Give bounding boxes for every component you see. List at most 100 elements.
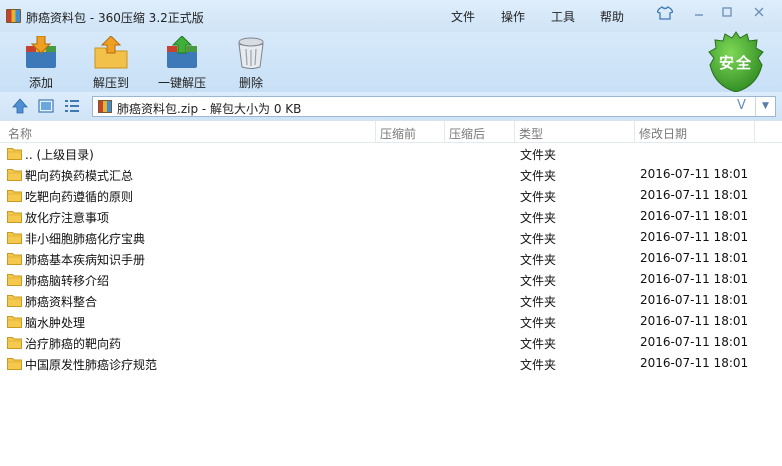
menu-file[interactable]: 文件 [451, 8, 475, 25]
file-type: 文件夹 [520, 316, 557, 330]
file-modified: 2016-07-11 18:01 [640, 167, 749, 181]
file-row[interactable]: 肺癌脑转移介绍 文件夹 2016-07-11 18:01 [0, 269, 782, 290]
file-name: 中国原发性肺癌诊疗规范 [25, 358, 158, 372]
folder-icon [7, 189, 22, 202]
file-type: 文件夹 [520, 211, 557, 225]
file-modified: 2016-07-11 18:01 [640, 293, 749, 307]
file-list-header: 名称 压缩前 压缩后 类型 修改日期 [0, 121, 782, 143]
column-divider[interactable] [444, 121, 445, 143]
column-divider[interactable] [754, 121, 755, 143]
file-type: 文件夹 [520, 253, 557, 267]
address-bar: 肺癌资料包.zip - 解包大小为 0 KB V ▼ [0, 92, 782, 120]
one-click-extract-label: 一键解压 [157, 76, 206, 90]
folder-icon [7, 231, 22, 244]
folder-icon [7, 336, 22, 349]
file-row[interactable]: 吃靶向药遵循的原则 文件夹 2016-07-11 18:01 [0, 185, 782, 206]
file-type: 文件夹 [520, 295, 557, 309]
column-name[interactable]: 名称 [8, 125, 32, 142]
file-name: 吃靶向药遵循的原则 [25, 190, 134, 204]
column-compressed-before[interactable]: 压缩前 [380, 125, 416, 142]
file-row[interactable]: 放化疗注意事项 文件夹 2016-07-11 18:01 [0, 206, 782, 227]
file-type: 文件夹 [520, 232, 557, 246]
file-row[interactable]: 肺癌基本疾病知识手册 文件夹 2016-07-11 18:01 [0, 248, 782, 269]
file-type: 文件夹 [520, 169, 557, 183]
extract-to-button[interactable]: 解压到 [75, 34, 147, 92]
file-name: 肺癌资料整合 [25, 295, 98, 309]
column-divider[interactable] [514, 121, 515, 143]
file-type: 文件夹 [520, 190, 557, 204]
folder-icon [7, 294, 22, 307]
file-row[interactable]: 治疗肺癌的靶向药 文件夹 2016-07-11 18:01 [0, 332, 782, 353]
file-name: 非小细胞肺癌化疗宝典 [25, 232, 146, 246]
delete-button[interactable]: 删除 [215, 34, 287, 92]
file-name: 肺癌脑转移介绍 [25, 274, 110, 288]
file-modified: 2016-07-11 18:01 [640, 335, 749, 349]
trash-icon [238, 37, 264, 69]
menu-operation[interactable]: 操作 [501, 8, 525, 25]
file-name: 放化疗注意事项 [25, 211, 110, 225]
file-name: 治疗肺癌的靶向药 [25, 337, 122, 351]
app-icon [6, 9, 21, 23]
file-row[interactable]: 中国原发性肺癌诊疗规范 文件夹 2016-07-11 18:01 [0, 353, 782, 374]
window-title: 肺癌资料包 - 360压缩 3.2正式版 [26, 11, 204, 25]
file-type: 文件夹 [520, 358, 557, 372]
file-row[interactable]: 靶向药换药模式汇总 文件夹 2016-07-11 18:01 [0, 164, 782, 185]
column-type[interactable]: 类型 [519, 125, 543, 142]
add-label: 添加 [28, 76, 53, 90]
file-name: 靶向药换药模式汇总 [25, 169, 134, 183]
file-row[interactable]: 脑水肿处理 文件夹 2016-07-11 18:01 [0, 311, 782, 332]
folder-icon [7, 315, 22, 328]
view-thumbnail-icon[interactable] [38, 98, 54, 114]
file-row[interactable]: .. (上级目录) 文件夹 [0, 143, 782, 164]
extract-to-label: 解压到 [92, 76, 129, 90]
view-list-icon[interactable] [64, 98, 80, 114]
address-v-mark: V [737, 98, 746, 113]
folder-icon [7, 252, 22, 265]
close-icon[interactable] [750, 6, 768, 24]
toolbar: 添加 解压到 一键解压 删除 [0, 32, 782, 92]
column-compressed-after[interactable]: 压缩后 [449, 125, 485, 142]
folder-icon [7, 168, 22, 181]
file-modified: 2016-07-11 18:01 [640, 209, 749, 223]
column-modified[interactable]: 修改日期 [639, 125, 687, 142]
maximize-icon[interactable] [718, 6, 736, 24]
security-shield-icon[interactable]: 安全 [707, 30, 765, 94]
file-row[interactable]: 非小细胞肺癌化疗宝典 文件夹 2016-07-11 18:01 [0, 227, 782, 248]
file-name: .. (上级目录) [25, 148, 94, 162]
extract-to-icon [94, 36, 128, 69]
add-icon [26, 36, 56, 68]
zip-archive-icon [98, 100, 112, 113]
file-modified: 2016-07-11 18:01 [640, 314, 749, 328]
minimize-icon[interactable] [690, 6, 708, 24]
add-button[interactable]: 添加 [5, 34, 77, 92]
file-modified: 2016-07-11 18:01 [640, 230, 749, 244]
file-name: 脑水肿处理 [25, 316, 86, 330]
skin-shirt-icon[interactable] [655, 6, 675, 24]
file-modified: 2016-07-11 18:01 [640, 272, 749, 286]
delete-label: 删除 [238, 76, 263, 90]
file-modified: 2016-07-11 18:01 [640, 251, 749, 265]
folder-icon [7, 273, 22, 286]
up-arrow-icon[interactable] [12, 98, 28, 114]
file-list: 名称 压缩前 压缩后 类型 修改日期 .. (上级目录) 文件夹 靶向药换药模式汇总… [0, 120, 782, 466]
one-click-extract-button[interactable]: 一键解压 [146, 34, 218, 92]
file-type: 文件夹 [520, 337, 557, 351]
archive-path: 肺癌资料包.zip - 解包大小为 0 KB [117, 102, 302, 116]
file-type: 文件夹 [520, 274, 557, 288]
file-row[interactable]: 肺癌资料整合 文件夹 2016-07-11 18:01 [0, 290, 782, 311]
chevron-down-icon[interactable]: ▼ [755, 97, 775, 116]
folder-icon [7, 210, 22, 223]
menu-tools[interactable]: 工具 [551, 8, 575, 25]
folder-icon [7, 147, 22, 160]
file-modified: 2016-07-11 18:01 [640, 356, 749, 370]
folder-icon [7, 357, 22, 370]
security-badge-label: 安全 [718, 54, 753, 72]
address-input[interactable]: 肺癌资料包.zip - 解包大小为 0 KB V ▼ [92, 96, 776, 117]
column-divider[interactable] [375, 121, 376, 143]
file-modified: 2016-07-11 18:01 [640, 188, 749, 202]
menu-help[interactable]: 帮助 [600, 8, 624, 25]
column-divider[interactable] [634, 121, 635, 143]
file-type: 文件夹 [520, 148, 557, 162]
one-click-extract-icon [167, 36, 197, 68]
file-name: 肺癌基本疾病知识手册 [25, 253, 146, 267]
